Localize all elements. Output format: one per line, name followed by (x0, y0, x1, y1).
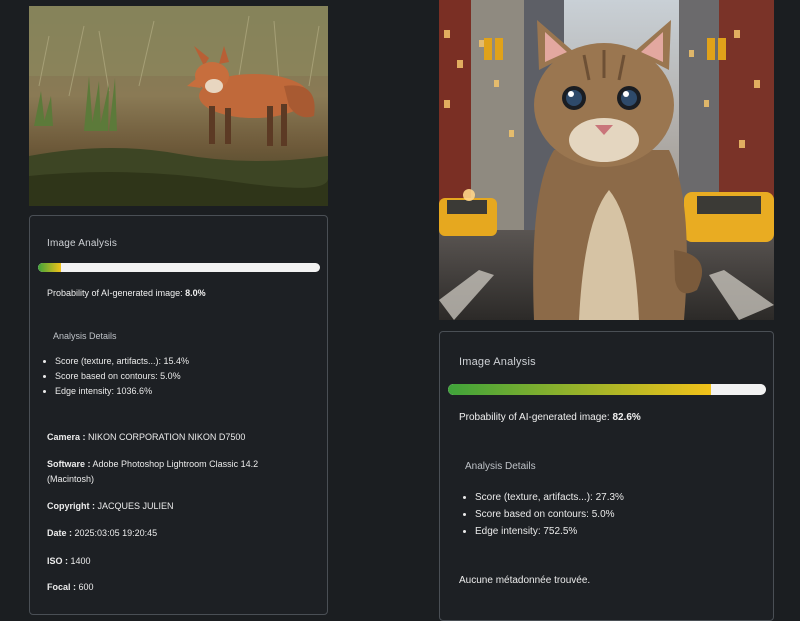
detail-item: Score based on contours: 5.0% (55, 369, 189, 384)
meta-label: Focal : (47, 582, 77, 592)
analysis-card-right: Image Analysis Probability of AI-generat… (439, 331, 774, 621)
meta-label: Date : (47, 528, 73, 538)
analysis-details-title: Analysis Details (53, 331, 117, 341)
meta-label: Copyright : (47, 501, 95, 511)
analysis-details-list: Score (texture, artifacts...): 27.3% Sco… (461, 489, 624, 540)
meta-software: Software : Adobe Photoshop Lightroom Cla… (47, 457, 287, 487)
ai-probability-label: Probability of AI-generated image: (459, 412, 610, 423)
ai-probability-bar-fill (448, 384, 711, 395)
meta-camera: Camera : NIKON CORPORATION NIKON D7500 (47, 430, 287, 445)
ai-probability-label: Probability of AI-generated image: (47, 288, 183, 298)
ai-probability-text: Probability of AI-generated image: 82.6% (459, 412, 641, 423)
ai-probability-bar (38, 263, 320, 272)
analysis-details-title: Analysis Details (465, 461, 536, 472)
card-title: Image Analysis (47, 238, 118, 249)
meta-focal: Focal : 600 (47, 580, 287, 595)
detail-item: Score (texture, artifacts...): 15.4% (55, 354, 189, 369)
detail-item: Edge intensity: 1036.6% (55, 384, 189, 399)
meta-value: NIKON CORPORATION NIKON D7500 (88, 432, 246, 442)
meta-date: Date : 2025:03:05 19:20:45 (47, 526, 287, 541)
meta-copyright: Copyright : JACQUES JULIEN (47, 499, 287, 514)
meta-value: 600 (78, 582, 94, 592)
no-metadata-message: Aucune métadonnée trouvée. (459, 575, 591, 586)
meta-label: ISO : (47, 556, 69, 566)
meta-iso: ISO : 1400 (47, 554, 287, 569)
meta-label: Camera : (47, 432, 86, 442)
meta-label: Software : (47, 459, 91, 469)
ai-probability-bar (448, 384, 766, 395)
detail-item: Score (texture, artifacts...): 27.3% (475, 489, 624, 506)
detail-item: Edge intensity: 752.5% (475, 523, 624, 540)
detail-item: Score based on contours: 5.0% (475, 506, 624, 523)
cat-photo (439, 0, 774, 320)
ai-probability-bar-fill (38, 263, 61, 272)
fox-photo (29, 6, 328, 206)
analysis-card-left: Image Analysis Probability of AI-generat… (29, 215, 328, 615)
meta-value: JACQUES JULIEN (97, 501, 174, 511)
analysis-details-list: Score (texture, artifacts...): 15.4% Sco… (41, 354, 189, 399)
ai-probability-value: 82.6% (612, 412, 641, 423)
ai-probability-text: Probability of AI-generated image: 8.0% (47, 288, 206, 298)
ai-probability-value: 8.0% (185, 288, 206, 298)
meta-value: 1400 (70, 556, 91, 566)
meta-value: 2025:03:05 19:20:45 (74, 528, 158, 538)
card-title: Image Analysis (459, 356, 536, 368)
